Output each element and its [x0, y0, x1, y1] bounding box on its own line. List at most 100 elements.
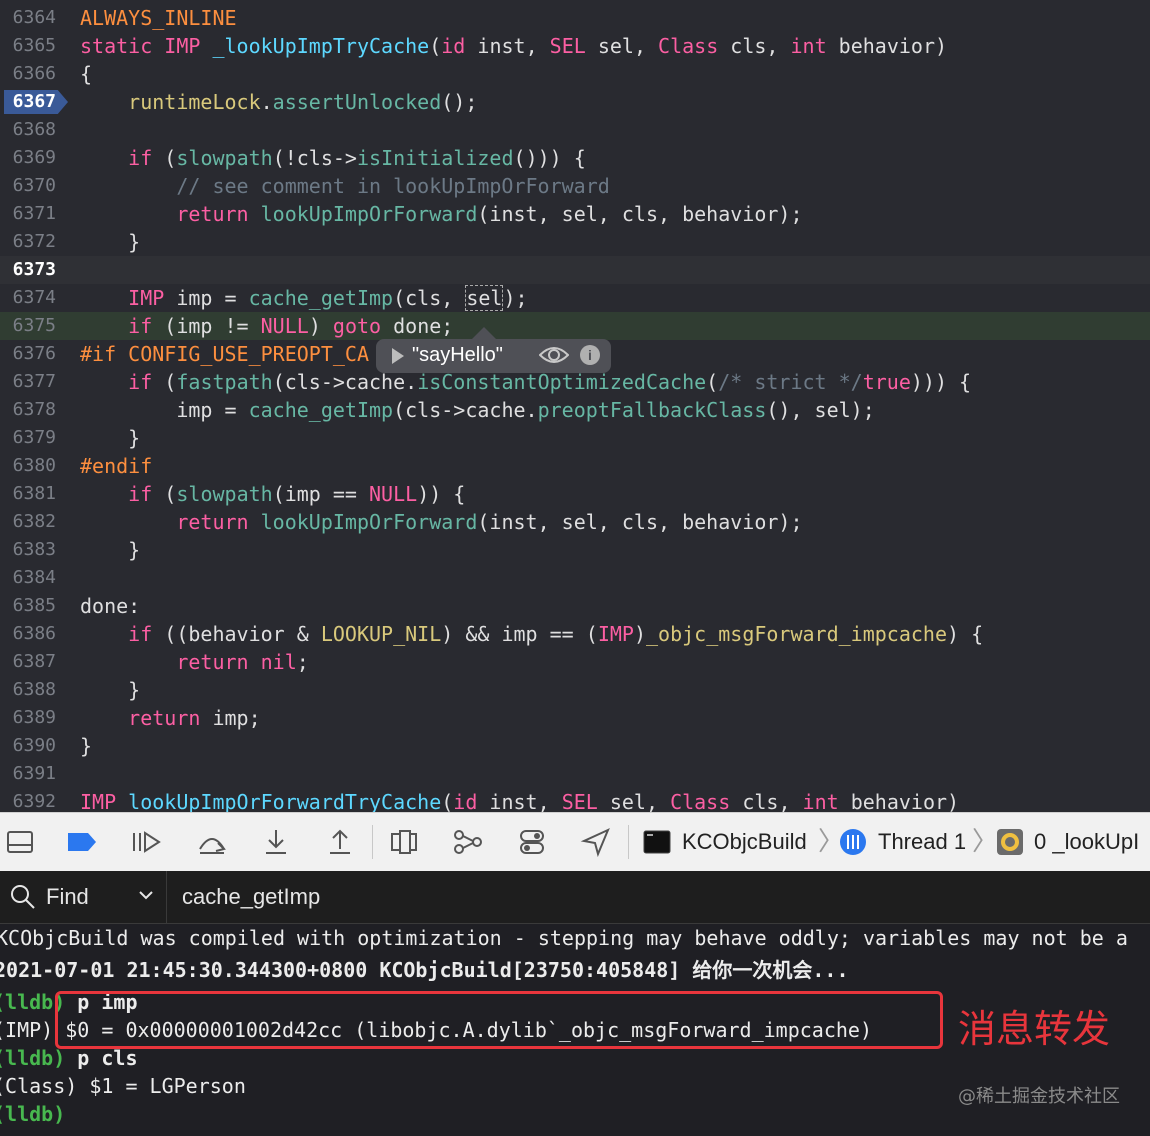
code-line: 6389 return imp;: [0, 704, 1150, 732]
code-line: 6384: [0, 564, 1150, 592]
code-text: return lookUpImpOrForward(inst, sel, cls…: [176, 510, 803, 534]
code-line: 6371 return lookUpImpOrForward(inst, sel…: [0, 200, 1150, 228]
code-line: 6364 ALWAYS_INLINE: [0, 4, 1150, 32]
line-number[interactable]: 6371: [0, 200, 56, 228]
code-line: 6372 }: [0, 228, 1150, 256]
line-number[interactable]: 6367: [0, 88, 56, 116]
code-editor[interactable]: 6364 ALWAYS_INLINE 6365 static IMP _lookUpI…: [0, 0, 1150, 812]
code-line: 6366 {: [0, 60, 1150, 88]
code-text: return imp;: [128, 706, 261, 730]
code-line: 6367 runtimeLock.assertUnlocked();: [0, 88, 1150, 116]
line-number[interactable]: 6369: [0, 144, 56, 172]
line-number[interactable]: 6392: [0, 788, 56, 812]
line-number[interactable]: 6383: [0, 536, 56, 564]
code-line: 6391: [0, 760, 1150, 788]
breakpoints-toggle-icon[interactable]: [66, 827, 98, 857]
terminal-app-icon: [643, 830, 671, 854]
variable-value: "sayHello": [412, 344, 503, 366]
watermark: @稀土掘金技术社区: [958, 1086, 1120, 1107]
console-output-line: (Class) $1 = LGPerson: [0, 1074, 246, 1098]
console-log-line: 2021-07-01 21:45:30.344300+0800 KCObjcBu…: [0, 958, 849, 982]
code-line: 6374 IMP imp = cache_getImp(cls, sel);: [0, 284, 1150, 312]
console-warning-line: KCObjcBuild was compiled with optimizati…: [0, 926, 1128, 950]
code-text: if (imp != NULL) goto done;: [128, 314, 454, 338]
line-number[interactable]: 6375: [0, 312, 56, 340]
code-line: 6380 #endif: [0, 452, 1150, 480]
search-input[interactable]: cache_getImp: [182, 884, 320, 910]
line-number[interactable]: 6376: [0, 340, 56, 368]
code-line: 6369 if (slowpath(!cls->isInitialized())…: [0, 144, 1150, 172]
line-number[interactable]: 6373: [0, 256, 56, 284]
line-number[interactable]: 6378: [0, 396, 56, 424]
code-line: 6365 static IMP _lookUpImpTryCache(id ins…: [0, 32, 1150, 60]
line-number[interactable]: 6364: [0, 4, 56, 32]
search-icon: [11, 885, 35, 909]
line-number[interactable]: 6387: [0, 648, 56, 676]
line-number[interactable]: 6377: [0, 368, 56, 396]
code-line: 6373: [0, 256, 1150, 284]
line-number[interactable]: 6389: [0, 704, 56, 732]
console-filter-bar: Find cache_getImp: [0, 871, 1150, 924]
step-into-icon[interactable]: [260, 827, 292, 857]
code-line: 6383 }: [0, 536, 1150, 564]
thread-icon: [840, 829, 866, 855]
memory-graph-icon[interactable]: [452, 827, 484, 857]
code-text: }: [80, 426, 141, 450]
line-number[interactable]: 6380: [0, 452, 56, 480]
environment-overrides-icon[interactable]: [516, 827, 548, 857]
breadcrumb-chevron-icon: 〉: [972, 826, 999, 856]
code-line: 6370 // see comment in lookUpImpOrForwar…: [0, 172, 1150, 200]
line-number[interactable]: 6391: [0, 760, 56, 788]
line-number[interactable]: 6379: [0, 424, 56, 452]
breadcrumb-frame[interactable]: 0 _lookUpI: [1034, 827, 1139, 857]
line-number[interactable]: 6385: [0, 592, 56, 620]
quick-look-eye-icon[interactable]: [539, 345, 569, 365]
code-line: 6392 IMP lookUpImpOrForwardTryCache(id in…: [0, 788, 1150, 812]
code-line: 6386 if ((behavior & LOOKUP_NIL) && imp …: [0, 620, 1150, 648]
code-line: 6387 return nil;: [0, 648, 1150, 676]
find-mode-dropdown[interactable]: Find: [0, 871, 167, 923]
variable-value-popover[interactable]: "sayHello" i: [376, 327, 611, 373]
code-text: return nil;: [176, 650, 309, 674]
code-text: #if CONFIG_USE_PREOPT_CA: [80, 342, 369, 366]
breadcrumb-target[interactable]: KCObjcBuild: [682, 827, 807, 857]
popover-arrow: [472, 327, 496, 339]
code-text: }: [80, 230, 141, 254]
highlight-annotation-box: [55, 991, 943, 1049]
step-out-icon[interactable]: [324, 827, 356, 857]
code-text: ALWAYS_INLINE: [80, 6, 237, 30]
code-text: return lookUpImpOrForward(inst, sel, cls…: [176, 202, 803, 226]
disclosure-play-icon[interactable]: [392, 348, 404, 364]
line-number[interactable]: 6390: [0, 732, 56, 760]
line-number[interactable]: 6382: [0, 508, 56, 536]
code-text: }: [80, 538, 141, 562]
line-number[interactable]: 6365: [0, 32, 56, 60]
line-number[interactable]: 6368: [0, 116, 56, 144]
code-line: 6379 }: [0, 424, 1150, 452]
code-text: static IMP _lookUpImpTryCache(id inst, S…: [80, 34, 948, 58]
breadcrumb-thread[interactable]: Thread 1: [878, 827, 966, 857]
line-number[interactable]: 6374: [0, 284, 56, 312]
code-line: 6368: [0, 116, 1150, 144]
line-number[interactable]: 6370: [0, 172, 56, 200]
info-icon[interactable]: i: [580, 345, 600, 365]
view-hierarchy-icon[interactable]: [388, 827, 420, 857]
toolbar-divider: [372, 825, 373, 859]
line-number[interactable]: 6381: [0, 480, 56, 508]
line-number[interactable]: 6386: [0, 620, 56, 648]
code-text: runtimeLock.assertUnlocked();: [128, 90, 478, 114]
toolbar-divider: [628, 825, 629, 859]
line-number[interactable]: 6372: [0, 228, 56, 256]
continue-icon[interactable]: [130, 827, 162, 857]
code-text: if ((behavior & LOOKUP_NIL) && imp == (I…: [128, 622, 984, 646]
code-text: }: [80, 734, 93, 758]
line-number[interactable]: 6366: [0, 60, 56, 88]
step-over-icon[interactable]: [196, 827, 228, 857]
hide-debug-area-icon[interactable]: [4, 827, 36, 857]
code-line: 6388 }: [0, 676, 1150, 704]
code-text: }: [80, 678, 141, 702]
simulate-location-icon[interactable]: [580, 827, 612, 857]
lldb-prompt: (lldb): [0, 1102, 66, 1126]
line-number[interactable]: 6384: [0, 564, 56, 592]
line-number[interactable]: 6388: [0, 676, 56, 704]
